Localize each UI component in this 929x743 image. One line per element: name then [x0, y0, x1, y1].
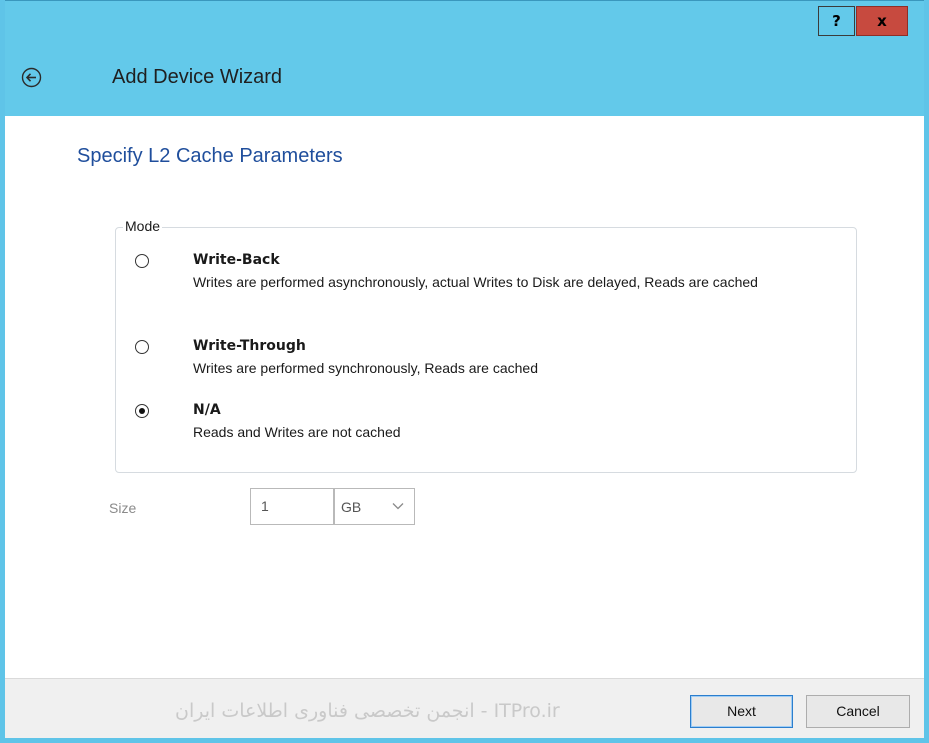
na-radio[interactable] [135, 404, 149, 418]
wizard-footer: Next ITPro.ir - انجمن تخصصی فناوری اطلاع… [5, 678, 924, 738]
wizard-title: Add Device Wizard [112, 66, 283, 88]
na-description: Reads and Writes are not cached [193, 424, 401, 440]
back-arrow-circle-icon[interactable] [21, 67, 42, 88]
write-through-description: Writes are performed synchronously, Read… [193, 360, 538, 376]
watermark-text: ITPro.ir - انجمن تخصصی فناوری اطلاعات ای… [175, 700, 560, 722]
mode-group-legend: Mode [123, 218, 163, 234]
wizard-header: Add Device Wizard [5, 40, 924, 116]
add-device-wizard-window: ? x Add Device Wizard Specify L2 Cache P… [0, 0, 929, 743]
cancel-button[interactable]: Cancel [806, 695, 910, 728]
write-back-title: Write-Back [193, 252, 280, 268]
size-label: Size [109, 500, 137, 516]
page-title: Specify L2 Cache Parameters [77, 145, 343, 167]
title-bar-edge [5, 0, 924, 1]
size-unit-select[interactable]: GB [334, 488, 415, 525]
title-bar[interactable]: ? x [5, 0, 924, 40]
next-button[interactable]: Next [690, 695, 793, 728]
size-input[interactable]: 1 [250, 488, 334, 525]
size-unit-value: GB [341, 499, 362, 515]
write-through-radio[interactable] [135, 340, 149, 354]
chevron-down-icon [392, 503, 404, 510]
close-button[interactable]: x [856, 6, 908, 36]
radio-selected-dot [139, 408, 145, 414]
help-button[interactable]: ? [818, 6, 855, 36]
write-back-description: Writes are performed asynchronously, act… [193, 274, 758, 290]
write-through-title: Write-Through [193, 338, 306, 354]
na-title: N/A [193, 402, 221, 418]
write-back-radio[interactable] [135, 254, 149, 268]
